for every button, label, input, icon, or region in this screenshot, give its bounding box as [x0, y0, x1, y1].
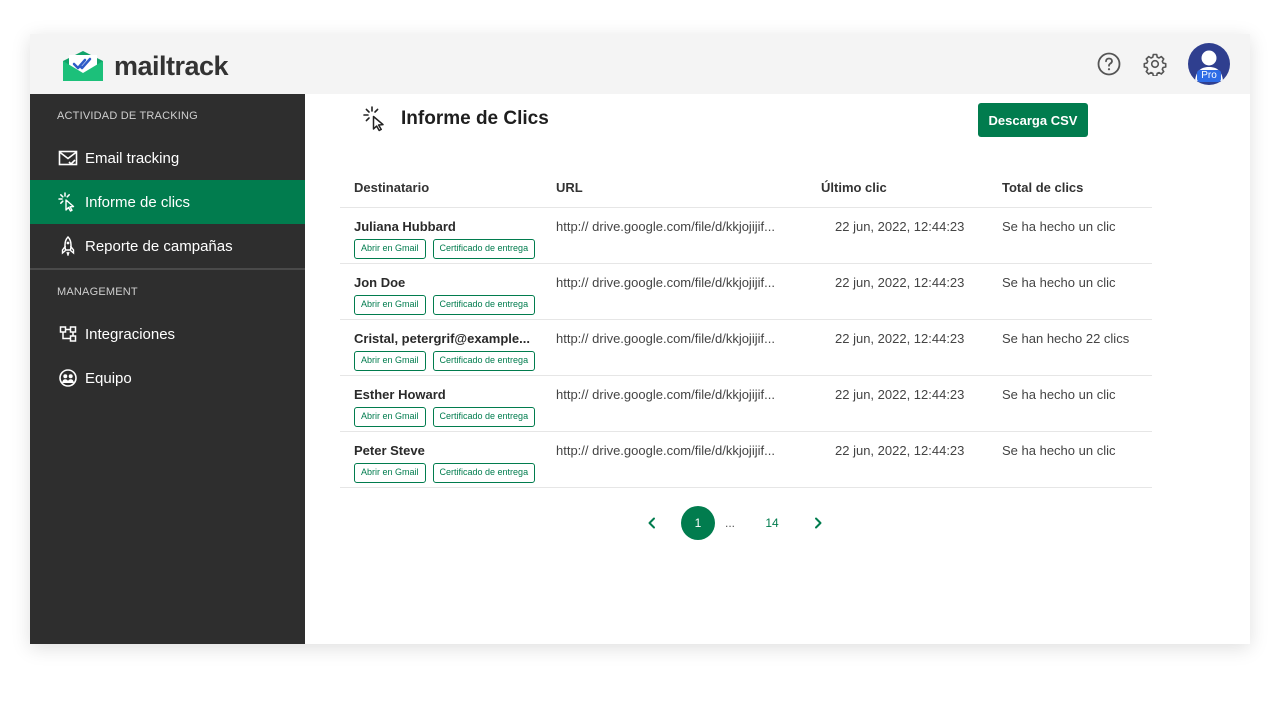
app-window: mailtrack Pro ACTIVIDAD DE TRACKING Emai…: [30, 34, 1250, 644]
clicked-url[interactable]: http:// drive.google.com/file/d/kkjojiji…: [556, 264, 821, 319]
table-row: Cristal, petergrif@example... Abrir en G…: [340, 320, 1152, 376]
sidebar: ACTIVIDAD DE TRACKING Email tracking Inf…: [30, 94, 305, 644]
column-header-recipient[interactable]: Destinatario: [340, 180, 556, 195]
delivery-certificate-tag[interactable]: Certificado de entrega: [432, 239, 536, 259]
clicks-table: Destinatario URL Último clic Total de cl…: [340, 168, 1152, 488]
last-click-time: 22 jun, 2022, 12:44:23: [835, 443, 965, 458]
page-title: Informe de Clics: [401, 108, 549, 129]
column-header-url[interactable]: URL: [556, 180, 821, 195]
sidebar-item-team[interactable]: Equipo: [30, 356, 305, 400]
sidebar-section-management: MANAGEMENT: [57, 286, 138, 298]
recipient-name: Jon Doe: [354, 275, 406, 290]
sidebar-item-label: Reporte de campañas: [85, 237, 233, 255]
user-avatar[interactable]: Pro: [1188, 43, 1230, 85]
page-button-current[interactable]: 1: [681, 506, 715, 540]
click-cursor-icon: [58, 192, 78, 212]
table-row: Esther Howard Abrir en Gmail Certificado…: [340, 376, 1152, 432]
top-bar: mailtrack Pro: [30, 34, 1250, 94]
download-csv-button[interactable]: Descarga CSV: [978, 103, 1088, 137]
total-clicks: Se han hecho 22 clics: [1002, 331, 1130, 346]
recipient-name: Cristal, petergrif@example...: [354, 331, 530, 346]
total-clicks: Se ha hecho un clic: [1002, 443, 1116, 458]
open-in-gmail-tag[interactable]: Abrir en Gmail: [354, 463, 426, 483]
recipient-name: Juliana Hubbard: [354, 219, 456, 234]
pagination-ellipsis: ...: [724, 516, 735, 530]
gear-icon[interactable]: [1142, 51, 1168, 77]
open-in-gmail-tag[interactable]: Abrir en Gmail: [354, 407, 426, 427]
recipient-name: Peter Steve: [354, 443, 425, 458]
sidebar-section-tracking: ACTIVIDAD DE TRACKING: [57, 110, 198, 122]
page-header: Informe de Clics: [363, 106, 549, 132]
next-page-button[interactable]: [801, 506, 835, 540]
delivery-certificate-tag[interactable]: Certificado de entrega: [432, 407, 536, 427]
open-in-gmail-tag[interactable]: Abrir en Gmail: [354, 351, 426, 371]
open-in-gmail-tag[interactable]: Abrir en Gmail: [354, 239, 426, 259]
table-row: Peter Steve Abrir en Gmail Certificado d…: [340, 432, 1152, 488]
total-clicks: Se ha hecho un clic: [1002, 275, 1116, 290]
open-in-gmail-tag[interactable]: Abrir en Gmail: [354, 295, 426, 315]
mailtrack-logo-icon: [63, 51, 103, 81]
total-clicks: Se ha hecho un clic: [1002, 387, 1116, 402]
sidebar-item-label: Informe de clics: [85, 193, 191, 211]
integrations-icon: [58, 324, 78, 344]
chevron-right-icon: [815, 517, 822, 529]
sidebar-item-label: Integraciones: [85, 325, 176, 343]
header-actions: Pro: [1096, 43, 1230, 85]
last-click-time: 22 jun, 2022, 12:44:23: [835, 275, 965, 290]
sidebar-item-campaigns[interactable]: Reporte de campañas: [30, 224, 305, 268]
clicked-url[interactable]: http:// drive.google.com/file/d/kkjojiji…: [556, 320, 821, 375]
previous-page-button[interactable]: [635, 506, 669, 540]
help-circle-icon[interactable]: [1096, 51, 1122, 77]
column-header-last-click[interactable]: Último clic: [821, 180, 1002, 195]
brand-name: mailtrack: [114, 51, 229, 81]
sidebar-item-email-tracking[interactable]: Email tracking: [30, 136, 305, 180]
sidebar-item-integrations[interactable]: Integraciones: [30, 312, 305, 356]
pagination: 1 ... 14: [635, 506, 835, 540]
table-header: Destinatario URL Último clic Total de cl…: [340, 168, 1152, 208]
page-button-last[interactable]: 14: [755, 506, 789, 540]
last-click-time: 22 jun, 2022, 12:44:23: [835, 219, 965, 234]
mailtrack-logo[interactable]: mailtrack: [60, 49, 229, 83]
sidebar-item-click-report[interactable]: Informe de clics: [30, 180, 305, 224]
main-content: Informe de Clics Descarga CSV Destinatar…: [305, 94, 1250, 644]
clicked-url[interactable]: http:// drive.google.com/file/d/kkjojiji…: [556, 376, 821, 431]
delivery-certificate-tag[interactable]: Certificado de entrega: [432, 295, 536, 315]
delivery-certificate-tag[interactable]: Certificado de entrega: [432, 463, 536, 483]
last-click-time: 22 jun, 2022, 12:44:23: [835, 387, 965, 402]
table-row: Jon Doe Abrir en Gmail Certificado de en…: [340, 264, 1152, 320]
chevron-left-icon: [648, 517, 655, 529]
recipient-name: Esther Howard: [354, 387, 446, 402]
delivery-certificate-tag[interactable]: Certificado de entrega: [432, 351, 536, 371]
table-row: Juliana Hubbard Abrir en Gmail Certifica…: [340, 208, 1152, 264]
click-cursor-icon: [363, 106, 384, 132]
envelope-check-icon: [58, 148, 78, 168]
sidebar-item-label: Equipo: [85, 369, 132, 387]
last-click-time: 22 jun, 2022, 12:44:23: [835, 331, 965, 346]
rocket-icon: [58, 236, 78, 256]
clicked-url[interactable]: http:// drive.google.com/file/d/kkjojiji…: [556, 208, 821, 263]
clicked-url[interactable]: http:// drive.google.com/file/d/kkjojiji…: [556, 432, 821, 487]
team-icon: [58, 368, 78, 388]
total-clicks: Se ha hecho un clic: [1002, 219, 1116, 234]
column-header-total-clicks[interactable]: Total de clics: [1002, 180, 1152, 195]
pro-badge: Pro: [1197, 70, 1221, 82]
sidebar-item-label: Email tracking: [85, 149, 180, 167]
